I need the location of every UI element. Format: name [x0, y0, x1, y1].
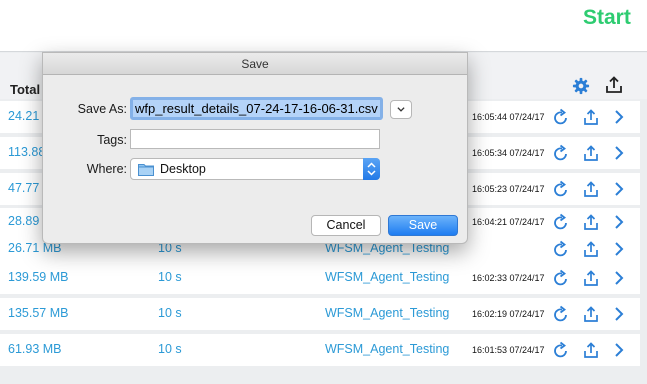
dialog-title: Save — [43, 53, 467, 75]
chevron-right-icon[interactable] — [611, 305, 627, 323]
expand-dialog-button[interactable] — [390, 100, 412, 119]
timestamp-cell: 16:05:34 07/24/17 — [472, 148, 545, 158]
chevron-right-icon[interactable] — [611, 213, 627, 231]
cancel-button[interactable]: Cancel — [311, 215, 381, 236]
total-column-header: Total — [10, 82, 41, 97]
folder-icon — [138, 163, 154, 176]
table-row[interactable]: 139.59 MB 10 s WFSM_Agent_Testing 16:02:33 … — [0, 262, 640, 294]
refresh-icon[interactable] — [553, 269, 569, 287]
upload-icon[interactable] — [583, 180, 599, 198]
where-value: Desktop — [160, 162, 206, 176]
upload-icon[interactable] — [605, 75, 623, 95]
gear-icon[interactable] — [572, 77, 590, 95]
save-button[interactable]: Save — [388, 215, 458, 236]
refresh-icon[interactable] — [553, 305, 569, 323]
upload-icon[interactable] — [583, 341, 599, 359]
upload-icon[interactable] — [583, 269, 599, 287]
timestamp-cell: 16:01:53 07/24/17 — [472, 345, 545, 355]
file-size-cell[interactable]: 135.57 MB — [8, 306, 68, 320]
table-row[interactable]: 61.93 MB 10 s WFSM_Agent_Testing 16:01:53 0… — [0, 334, 640, 366]
chevron-right-icon[interactable] — [611, 269, 627, 287]
file-size-cell[interactable]: 61.93 MB — [8, 342, 62, 356]
timestamp-cell: 16:02:19 07/24/17 — [472, 309, 545, 319]
timestamp-cell: 16:02:33 07/24/17 — [472, 273, 545, 283]
duration-cell: 10 s — [158, 270, 182, 284]
chevron-down-icon — [397, 107, 405, 112]
tags-label: Tags: — [97, 133, 127, 147]
chevron-right-icon[interactable] — [611, 180, 627, 198]
refresh-icon[interactable] — [553, 240, 569, 258]
save-as-label: Save As: — [77, 102, 127, 116]
save-dialog: Save Save As: wfp_result_details_07-24-1… — [42, 52, 468, 244]
chevron-right-icon[interactable] — [611, 341, 627, 359]
where-label: Where: — [86, 162, 127, 176]
upload-icon[interactable] — [583, 144, 599, 162]
upload-icon[interactable] — [583, 213, 599, 231]
filename-field[interactable] — [130, 97, 383, 120]
refresh-icon[interactable] — [553, 144, 569, 162]
duration-cell: 10 s — [158, 342, 182, 356]
agent-name-cell[interactable]: WFSM_Agent_Testing — [325, 342, 449, 356]
chevron-right-icon[interactable] — [611, 144, 627, 162]
timestamp-cell: 16:05:44 07/24/17 — [472, 112, 545, 122]
duration-cell: 10 s — [158, 306, 182, 320]
file-size-cell[interactable]: 139.59 MB — [8, 270, 68, 284]
upload-icon[interactable] — [583, 240, 599, 258]
chevron-right-icon[interactable] — [611, 108, 627, 126]
where-dropdown[interactable]: Desktop — [130, 158, 380, 180]
agent-name-cell[interactable]: WFSM_Agent_Testing — [325, 270, 449, 284]
agent-name-cell[interactable]: WFSM_Agent_Testing — [325, 306, 449, 320]
upload-icon[interactable] — [583, 305, 599, 323]
refresh-icon[interactable] — [553, 213, 569, 231]
stepper-icon — [363, 158, 380, 180]
upload-icon[interactable] — [583, 108, 599, 126]
table-row[interactable]: 135.57 MB 10 s WFSM_Agent_Testing 16:02:19 … — [0, 298, 640, 330]
timestamp-cell: 16:04:21 07/24/17 — [472, 217, 545, 227]
timestamp-cell: 16:05:23 07/24/17 — [472, 184, 545, 194]
tags-field[interactable] — [130, 129, 380, 149]
refresh-icon[interactable] — [553, 180, 569, 198]
refresh-icon[interactable] — [553, 341, 569, 359]
start-button[interactable]: Start — [583, 6, 631, 30]
chevron-right-icon[interactable] — [611, 240, 627, 258]
top-bar: Start — [0, 0, 647, 52]
refresh-icon[interactable] — [553, 108, 569, 126]
